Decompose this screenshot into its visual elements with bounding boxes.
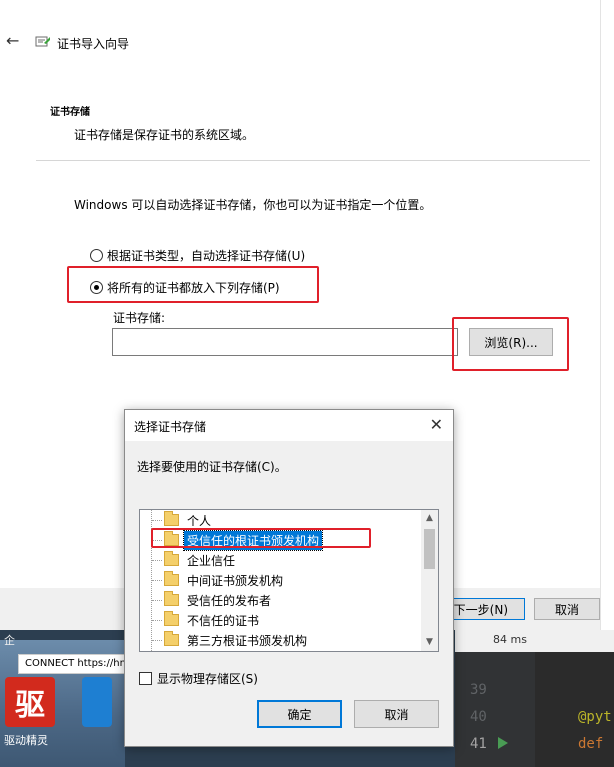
tree-item[interactable]: 受信任的发布者 <box>140 590 274 610</box>
background-window-edge <box>600 0 614 630</box>
editor-gutter <box>455 652 535 767</box>
driver-genius-label: 驱动精灵 <box>4 734 48 747</box>
radio-manual-indicator[interactable] <box>90 281 103 294</box>
run-arrow-icon[interactable] <box>498 737 508 749</box>
window-edge-label: 企 <box>4 634 15 647</box>
tree-scrollbar[interactable]: ▲ ▼ <box>421 510 438 651</box>
scroll-down-icon[interactable]: ▼ <box>421 634 438 651</box>
tree-item-label: 受信任的发布者 <box>187 593 272 608</box>
section-title: 证书存储 <box>50 107 90 118</box>
ok-button[interactable]: 确定 <box>257 700 342 728</box>
tree-item-label: 中间证书颁发机构 <box>187 573 284 588</box>
scroll-up-icon[interactable]: ▲ <box>421 510 438 527</box>
folder-icon <box>164 611 179 626</box>
connect-log-bar: CONNECT https://hm <box>18 654 128 674</box>
section-description: 证书存储是保存证书的系统区域。 <box>74 128 255 142</box>
checkbox-indicator[interactable] <box>139 672 152 685</box>
back-arrow-icon[interactable]: ← <box>6 33 22 49</box>
timing-label: 84 ms <box>493 633 527 646</box>
editor-status-strip <box>455 630 614 652</box>
intro-text: Windows 可以自动选择证书存储，你也可以为证书指定一个位置。 <box>74 198 432 212</box>
folder-icon <box>164 531 179 546</box>
show-physical-checkbox[interactable]: 显示物理存储区(S) <box>139 670 258 687</box>
code-keyword: def <box>578 736 604 752</box>
tree-item-label: 受信任的根证书颁发机构 <box>182 529 324 551</box>
browse-button[interactable]: 浏览(R)... <box>469 328 553 356</box>
store-label: 证书存储: <box>113 311 166 325</box>
tree-item[interactable]: 不信任的证书 <box>140 610 262 630</box>
tree-item-selected[interactable]: 受信任的根证书颁发机构 <box>140 529 324 551</box>
driver-genius-icon[interactable]: 驱 <box>5 677 55 727</box>
store-input[interactable] <box>112 328 458 356</box>
tree-item-label: 企业信任 <box>187 553 236 568</box>
close-icon[interactable]: ✕ <box>430 415 443 434</box>
tree-item-label: 个人 <box>187 513 212 528</box>
certificate-icon <box>35 34 51 50</box>
dialog-cancel-button[interactable]: 取消 <box>354 700 439 728</box>
line-number: 39 <box>470 682 487 698</box>
folder-icon <box>164 591 179 606</box>
wizard-title: 证书导入向导 <box>57 37 130 51</box>
folder-icon <box>164 511 179 526</box>
store-tree[interactable]: 个人 受信任的根证书颁发机构 企业信任 中间证书颁发机构 受信任的发布者 不信任… <box>139 509 439 652</box>
folder-icon <box>164 551 179 566</box>
scroll-thumb[interactable] <box>424 529 435 569</box>
tree-item[interactable]: 企业信任 <box>140 550 238 570</box>
select-store-dialog: 选择证书存储 ✕ 选择要使用的证书存储(C)。 个人 受信任的根证书颁发机构 企… <box>124 409 454 747</box>
wizard-cancel-button[interactable]: 取消 <box>534 598 600 620</box>
tree-item[interactable]: 中间证书颁发机构 <box>140 570 286 590</box>
tree-item-label: 不信任的证书 <box>187 613 260 628</box>
tree-item-label: 第三方根证书颁发机构 <box>187 633 308 648</box>
folder-icon <box>164 631 179 646</box>
radio-manual-select[interactable]: 将所有的证书都放入下列存储(P) <box>90 279 280 296</box>
show-physical-label: 显示物理存储区(S) <box>157 672 258 686</box>
tree-item[interactable]: 第三方根证书颁发机构 <box>140 630 310 650</box>
line-number: 41 <box>470 736 487 752</box>
radio-manual-label: 将所有的证书都放入下列存储(P) <box>107 281 280 295</box>
divider <box>36 160 590 161</box>
line-number: 40 <box>470 709 487 725</box>
dialog-titlebar: 选择证书存储 ✕ <box>125 410 453 441</box>
dialog-title: 选择证书存储 <box>134 420 207 434</box>
radio-auto-select[interactable]: 根据证书类型，自动选择证书存储(U) <box>90 247 305 264</box>
desktop-app-icon[interactable] <box>82 677 112 727</box>
dialog-prompt: 选择要使用的证书存储(C)。 <box>137 460 287 474</box>
tree-item[interactable]: 个人 <box>140 510 214 530</box>
folder-icon <box>164 571 179 586</box>
radio-auto-label: 根据证书类型，自动选择证书存储(U) <box>107 249 306 263</box>
code-decorator: @pyt <box>578 709 612 725</box>
radio-auto-indicator[interactable] <box>90 249 103 262</box>
